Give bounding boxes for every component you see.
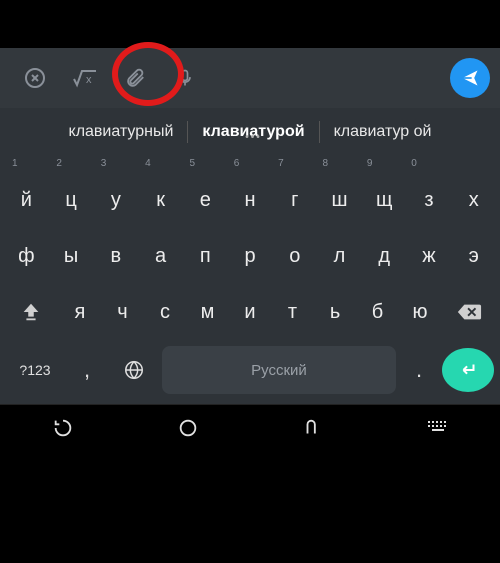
back-rotate-icon	[52, 417, 74, 439]
nav-home[interactable]	[158, 408, 218, 448]
key-row-1: й ц у к е н г ш щ з х	[0, 172, 500, 228]
key-letter[interactable]: д	[363, 231, 406, 281]
key-letter[interactable]: в	[94, 231, 137, 281]
num-hint: 9	[361, 158, 405, 172]
key-letter[interactable]: ж	[408, 231, 451, 281]
input-toolbar: x	[0, 48, 500, 108]
language-key[interactable]	[110, 346, 158, 394]
sqrt-icon: x	[72, 68, 98, 88]
key-letter[interactable]: ю	[400, 287, 441, 337]
attach-button[interactable]	[110, 53, 160, 103]
key-letter[interactable]: о	[273, 231, 316, 281]
symbols-key[interactable]: ?123	[6, 346, 64, 394]
keyboard-icon	[426, 419, 450, 437]
num-hint: 3	[95, 158, 139, 172]
key-letter[interactable]: ф	[5, 231, 48, 281]
send-button[interactable]	[450, 58, 490, 98]
key-letter[interactable]: с	[145, 287, 186, 337]
num-hint: 5	[183, 158, 227, 172]
backspace-icon	[456, 302, 482, 322]
key-letter[interactable]: е	[184, 175, 227, 225]
key-row-bottom: ?123 , Русский .	[0, 340, 500, 404]
number-hint-row: 1 2 3 4 5 6 7 8 9 0	[0, 158, 500, 172]
enter-key[interactable]	[442, 348, 494, 392]
key-letter[interactable]: р	[229, 231, 272, 281]
key-letter[interactable]: н	[229, 175, 272, 225]
suggestion-more-dots: •••	[245, 132, 262, 143]
status-bar-area	[0, 0, 500, 48]
key-letter[interactable]: щ	[363, 175, 406, 225]
suggestion-left[interactable]: клавиатурный	[55, 123, 188, 141]
key-letter[interactable]: у	[94, 175, 137, 225]
nav-keyboard-switch[interactable]	[408, 408, 468, 448]
key-letter[interactable]: т	[272, 287, 313, 337]
send-icon	[460, 68, 480, 88]
suggestion-bar: клавиатурный клавиатурой ••• клавиатур о…	[0, 108, 500, 156]
spacebar[interactable]: Русский	[162, 346, 396, 394]
key-letter[interactable]: й	[5, 175, 48, 225]
key-letter[interactable]: з	[408, 175, 451, 225]
key-row-2: ф ы в а п р о л д ж э	[0, 228, 500, 284]
key-letter[interactable]: ы	[50, 231, 93, 281]
num-hint: 2	[50, 158, 94, 172]
recent-icon	[302, 417, 324, 439]
keyboard: 1 2 3 4 5 6 7 8 9 0 й ц у к е н г ш щ з …	[0, 156, 500, 404]
num-hint: 8	[317, 158, 361, 172]
shift-icon	[20, 301, 42, 323]
suggestion-middle[interactable]: клавиатурой •••	[188, 123, 318, 141]
math-button[interactable]: x	[60, 53, 110, 103]
mic-button[interactable]	[160, 53, 210, 103]
key-letter[interactable]: ш	[318, 175, 361, 225]
key-letter[interactable]: к	[139, 175, 182, 225]
key-row-3: я ч с м и т ь б ю	[0, 284, 500, 340]
num-hint: 4	[139, 158, 183, 172]
key-letter[interactable]: ь	[315, 287, 356, 337]
home-circle-icon	[177, 417, 199, 439]
key-letter[interactable]: ч	[102, 287, 143, 337]
key-letter[interactable]: г	[273, 175, 316, 225]
android-nav-bar	[0, 404, 500, 450]
num-hint: 1	[6, 158, 50, 172]
key-letter[interactable]: а	[139, 231, 182, 281]
comma-key[interactable]: ,	[68, 346, 106, 394]
paperclip-icon	[124, 67, 146, 89]
period-key[interactable]: .	[400, 346, 438, 394]
backspace-key[interactable]	[442, 287, 495, 337]
svg-text:x: x	[86, 74, 92, 86]
key-letter[interactable]: п	[184, 231, 227, 281]
num-hint: 6	[228, 158, 272, 172]
num-hint-blank	[450, 158, 494, 172]
globe-icon	[123, 359, 145, 381]
mic-icon	[175, 67, 195, 89]
key-letter[interactable]: б	[357, 287, 398, 337]
num-hint: 7	[272, 158, 316, 172]
key-letter[interactable]: л	[318, 231, 361, 281]
key-letter[interactable]: и	[230, 287, 271, 337]
key-letter[interactable]: х	[452, 175, 495, 225]
key-letter[interactable]: э	[452, 231, 495, 281]
suggestion-right[interactable]: клавиатур ой	[320, 123, 446, 141]
key-letter[interactable]: ц	[50, 175, 93, 225]
num-hint: 0	[405, 158, 449, 172]
clear-button[interactable]	[10, 53, 60, 103]
close-circle-icon	[23, 66, 47, 90]
key-letter[interactable]: м	[187, 287, 228, 337]
nav-back[interactable]	[33, 408, 93, 448]
nav-recent[interactable]	[283, 408, 343, 448]
shift-key[interactable]	[5, 287, 58, 337]
key-letter[interactable]: я	[60, 287, 101, 337]
enter-icon	[457, 359, 479, 381]
